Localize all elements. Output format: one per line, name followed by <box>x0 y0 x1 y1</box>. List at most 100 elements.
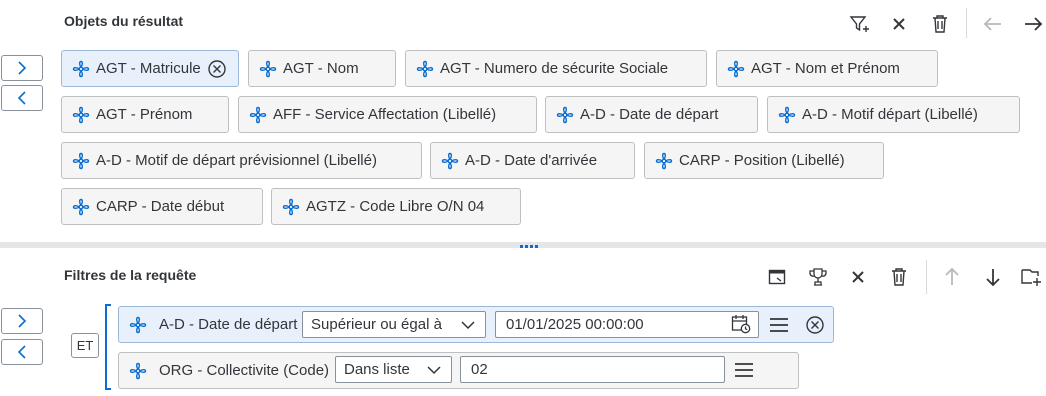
chevron-right-icon <box>18 61 27 75</box>
add-subfilter-button[interactable] <box>1016 262 1046 292</box>
dimension-icon <box>129 362 153 380</box>
object-token[interactable]: AGT - Nom et Prénom <box>716 50 938 87</box>
condition-value: Dans liste <box>344 361 410 378</box>
object-token[interactable]: AGT - Numero de sécurite Sociale <box>405 50 707 87</box>
chevron-down-icon <box>461 321 475 330</box>
filter-field: ORG - Collectivite (Code) <box>119 362 329 380</box>
object-token-label: A-D - Motif de départ prévisionnel (Libe… <box>96 152 377 169</box>
dimension-icon <box>416 60 434 78</box>
arrow-down-icon <box>986 269 1000 287</box>
move-up-button[interactable] <box>937 262 967 292</box>
dimension-icon <box>72 198 90 216</box>
dimension-icon <box>72 106 90 124</box>
delete-objects-button[interactable] <box>925 9 955 39</box>
condition-select[interactable]: Dans liste <box>335 356 452 383</box>
object-token[interactable]: A-D - Date de départ <box>545 96 758 133</box>
object-token-label: AGTZ - Code Libre O/N 04 <box>306 198 485 215</box>
arrow-left-icon <box>983 17 1001 31</box>
move-down-button[interactable] <box>978 262 1008 292</box>
chevron-left-icon <box>17 345 26 359</box>
list-value-input[interactable]: 02 <box>460 356 725 383</box>
object-token[interactable]: CARP - Position (Libellé) <box>644 142 884 179</box>
result-objects-title: Objets du résultat <box>64 13 184 29</box>
ranking-button[interactable] <box>803 262 833 292</box>
object-token-label: A-D - Date d'arrivée <box>465 152 598 169</box>
date-value-input[interactable]: 01/01/2025 00:00:00 <box>495 311 759 338</box>
back-button[interactable] <box>978 9 1008 39</box>
dimension-icon <box>72 60 90 78</box>
arrow-right-icon <box>1025 17 1043 31</box>
filter-value: 02 <box>471 361 488 378</box>
filter-add-icon <box>849 16 869 32</box>
filter-value: 01/01/2025 00:00:00 <box>506 316 644 333</box>
filter-add-button[interactable] <box>845 9 875 39</box>
clear-objects-button[interactable] <box>884 9 914 39</box>
close-icon <box>852 271 864 283</box>
object-token-label: AGT - Matricule <box>96 60 201 77</box>
forward-button[interactable] <box>1018 9 1046 39</box>
object-token[interactable]: AGT - Prénom <box>61 96 229 133</box>
object-token[interactable]: AFF - Service Affectation (Libellé) <box>238 96 537 133</box>
condition-value: Supérieur ou égal à <box>311 316 442 333</box>
clear-filters-button[interactable] <box>843 262 873 292</box>
splitter-grip[interactable] <box>520 245 540 249</box>
filter-field-label: A-D - Date de départ <box>159 316 298 333</box>
object-token[interactable]: A-D - Date d'arrivée <box>430 142 635 179</box>
chevron-down-icon <box>427 366 441 375</box>
arrow-up-icon <box>945 267 959 285</box>
logical-operator-button[interactable]: ET <box>71 333 99 358</box>
object-token[interactable]: A-D - Motif départ (Libellé) <box>767 96 1020 133</box>
remove-filter-button[interactable] <box>803 313 827 337</box>
calendar-button[interactable] <box>729 313 753 335</box>
object-token-label: AFF - Service Affectation (Libellé) <box>273 106 497 123</box>
filters-move-right-button[interactable] <box>1 308 43 334</box>
condition-select[interactable]: Supérieur ou égal à <box>302 311 486 338</box>
row-menu-button[interactable] <box>766 313 792 337</box>
dimension-icon <box>259 60 277 78</box>
prompt-button[interactable] <box>762 262 792 292</box>
object-token-label: CARP - Position (Libellé) <box>679 152 845 169</box>
remove-circle-icon[interactable] <box>207 59 227 79</box>
dimension-icon <box>655 152 673 170</box>
calendar-clock-icon <box>731 315 751 334</box>
object-token-label: AGT - Prénom <box>96 106 193 123</box>
dimension-icon <box>778 106 796 124</box>
object-token[interactable]: AGT - Nom <box>248 50 396 87</box>
object-token[interactable]: AGTZ - Code Libre O/N 04 <box>271 188 521 225</box>
window-icon <box>768 269 786 285</box>
trash-icon <box>933 15 947 33</box>
move-right-button[interactable] <box>1 55 43 81</box>
menu-icon <box>735 363 753 377</box>
close-icon <box>893 18 905 30</box>
move-left-button[interactable] <box>1 85 43 111</box>
delete-filters-button[interactable] <box>884 262 914 292</box>
row-menu-button[interactable] <box>731 358 757 382</box>
object-token[interactable]: AGT - Matricule <box>61 50 239 87</box>
trophy-icon <box>809 268 827 286</box>
add-group-icon <box>1021 269 1041 286</box>
remove-circle-icon <box>806 316 824 334</box>
query-filters-title: Filtres de la requête <box>64 267 197 283</box>
filter-field: A-D - Date de départ <box>119 316 297 334</box>
filter-field-label: ORG - Collectivite (Code) <box>159 362 330 379</box>
dimension-icon <box>282 198 300 216</box>
dimension-icon <box>727 60 745 78</box>
dimension-icon <box>441 152 459 170</box>
chevron-left-icon <box>17 91 26 105</box>
dimension-icon <box>129 316 153 334</box>
object-token-label: AGT - Nom et Prénom <box>751 60 900 77</box>
filter-group-bracket <box>105 304 111 390</box>
object-token-label: A-D - Motif départ (Libellé) <box>802 106 978 123</box>
menu-icon <box>770 318 788 332</box>
object-token[interactable]: A-D - Motif de départ prévisionnel (Libe… <box>61 142 422 179</box>
object-token-label: AGT - Numero de sécurite Sociale <box>440 60 669 77</box>
object-token-label: AGT - Nom <box>283 60 359 77</box>
dimension-icon <box>249 106 267 124</box>
object-token-label: CARP - Date début <box>96 198 225 215</box>
dimension-icon <box>72 152 90 170</box>
dimension-icon <box>556 106 574 124</box>
filters-move-left-button[interactable] <box>1 339 43 365</box>
trash-icon <box>892 268 906 286</box>
object-token[interactable]: CARP - Date début <box>61 188 263 225</box>
object-token-label: A-D - Date de départ <box>580 106 719 123</box>
